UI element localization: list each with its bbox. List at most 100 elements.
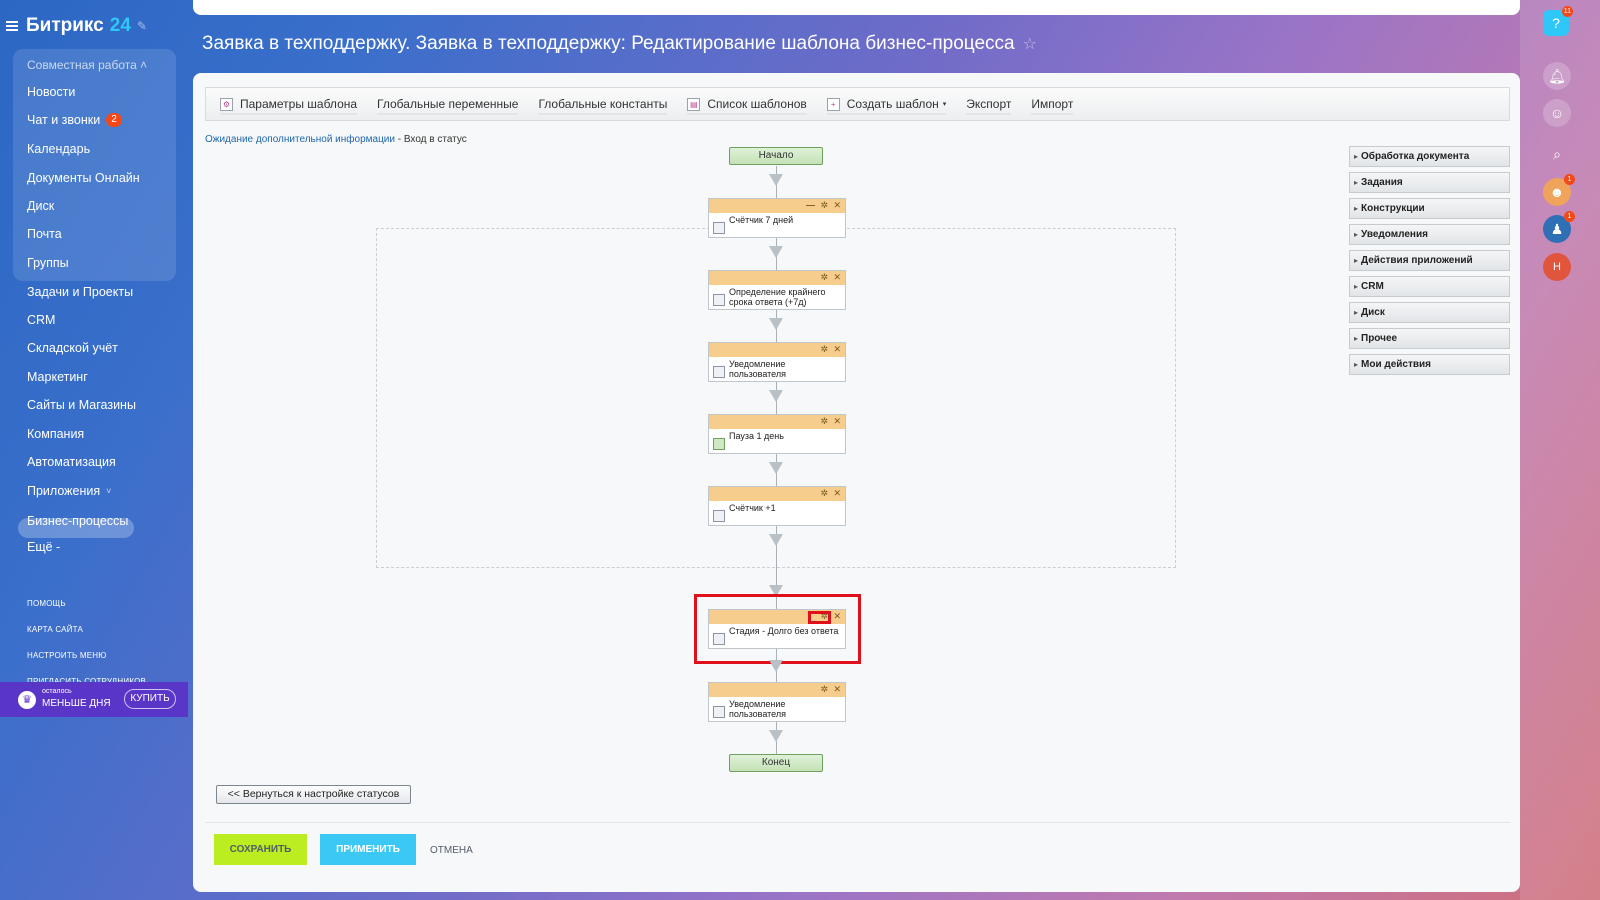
left-sidebar: Битрикс 24 ✎ Совместная работа ˄ Новости… bbox=[0, 0, 188, 900]
create-template-icon: + bbox=[826, 97, 840, 111]
drop-arrow[interactable] bbox=[769, 534, 783, 546]
delete-x-icon[interactable]: ✕ bbox=[833, 488, 841, 499]
flow-start[interactable]: Начало bbox=[729, 147, 823, 165]
activity-header: ✲ ✕ bbox=[709, 343, 845, 357]
nav-more[interactable]: Ещё - bbox=[27, 540, 60, 554]
activity-pause[interactable]: ✲ ✕ Пауза 1 день bbox=[708, 414, 846, 454]
drop-arrow[interactable] bbox=[769, 318, 783, 330]
link-help[interactable]: ПОМОЩЬ bbox=[27, 599, 66, 608]
save-button[interactable]: СОХРАНИТЬ bbox=[214, 834, 307, 865]
delete-x-icon[interactable]: ✕ bbox=[833, 416, 841, 427]
tb-template-params[interactable]: ⚙ Параметры шаблона bbox=[220, 93, 358, 115]
activity-counter-7-days[interactable]: — ✲ ✕ Счётчик 7 дней bbox=[708, 198, 846, 238]
activity-type-icon bbox=[713, 510, 725, 522]
user-initial-avatar[interactable]: Н bbox=[1543, 253, 1571, 281]
activity-type-icon bbox=[713, 706, 725, 718]
nav-calendar[interactable]: Календарь bbox=[27, 142, 90, 156]
apply-button[interactable]: ПРИМЕНИТЬ bbox=[320, 834, 416, 865]
bell-icon[interactable]: 🔔︎ bbox=[1543, 62, 1571, 90]
delete-x-icon[interactable]: ✕ bbox=[833, 684, 841, 695]
crown-icon: ♛ bbox=[18, 691, 36, 709]
logo-number[interactable]: 24 bbox=[110, 15, 131, 37]
back-to-statuses-button[interactable]: << Вернуться к настройке статусов bbox=[216, 785, 411, 804]
promo-caption: осталось bbox=[42, 688, 72, 695]
drop-arrow[interactable] bbox=[769, 462, 783, 474]
palette-app-actions[interactable]: Действия приложений bbox=[1349, 250, 1510, 271]
settings-gear-icon[interactable]: ✲ bbox=[820, 272, 828, 283]
chat-icon[interactable]: ☺ bbox=[1543, 99, 1571, 127]
tb-create-template[interactable]: + Создать шаблон ▾ bbox=[826, 93, 947, 115]
nav-docs-online[interactable]: Документы Онлайн bbox=[27, 171, 140, 185]
breadcrumb-status-link[interactable]: Ожидание дополнительной информации bbox=[205, 134, 395, 145]
activity-notify-user[interactable]: ✲ ✕ Уведомление пользователя bbox=[708, 342, 846, 382]
buy-button[interactable]: КУПИТЬ bbox=[124, 689, 176, 709]
highlight-gear-frame bbox=[808, 611, 831, 624]
menu-burger-icon[interactable] bbox=[6, 21, 18, 31]
nav-marketing[interactable]: Маркетинг bbox=[27, 370, 88, 384]
nav-tasks[interactable]: Задачи и Проекты bbox=[27, 285, 133, 299]
tb-global-variables[interactable]: Глобальные переменные bbox=[377, 93, 519, 115]
activity-label: Определение крайнего срока ответа (+7д) bbox=[729, 287, 826, 307]
tb-template-list[interactable]: ▤ Список шаблонов bbox=[687, 93, 807, 115]
palette-disk[interactable]: Диск bbox=[1349, 302, 1510, 323]
palette-document-processing[interactable]: Обработка документа bbox=[1349, 146, 1510, 167]
tb-export[interactable]: Экспорт bbox=[966, 93, 1012, 115]
user-avatar-icon[interactable]: ☻ 1 bbox=[1543, 174, 1575, 206]
nav-chat[interactable]: Чат и звонки 2 bbox=[27, 113, 122, 127]
collapse-icon[interactable]: — bbox=[806, 200, 815, 211]
nav-news[interactable]: Новости bbox=[27, 85, 75, 99]
delete-x-icon[interactable]: ✕ bbox=[833, 200, 841, 211]
settings-gear-icon[interactable]: ✲ bbox=[820, 416, 828, 427]
activity-header: ✲ ✕ bbox=[709, 683, 845, 697]
tb-global-constants[interactable]: Глобальные константы bbox=[538, 93, 668, 115]
link-sitemap[interactable]: КАРТА САЙТА bbox=[27, 625, 83, 634]
nav-disk[interactable]: Диск bbox=[27, 199, 54, 213]
nav-company[interactable]: Компания bbox=[27, 427, 84, 441]
activity-label: Пауза 1 день bbox=[729, 431, 784, 441]
drop-arrow[interactable] bbox=[769, 390, 783, 402]
collaboration-group bbox=[13, 49, 176, 281]
nav-apps[interactable]: Приложения ˅ bbox=[27, 484, 111, 498]
logo-text[interactable]: Битрикс bbox=[26, 15, 104, 37]
delete-x-icon[interactable]: ✕ bbox=[833, 344, 841, 355]
flow-end[interactable]: Конец bbox=[729, 754, 823, 772]
nav-inventory[interactable]: Складской учёт bbox=[27, 341, 118, 355]
palette-constructs[interactable]: Конструкции bbox=[1349, 198, 1510, 219]
drop-arrow[interactable] bbox=[769, 246, 783, 258]
settings-gear-icon[interactable]: ✲ bbox=[820, 344, 828, 355]
group-chat-icon[interactable]: ♟ 1 bbox=[1543, 211, 1575, 243]
nav-sites[interactable]: Сайты и Магазины bbox=[27, 398, 136, 412]
activity-counter-plus-one[interactable]: ✲ ✕ Счётчик +1 bbox=[708, 486, 846, 526]
settings-gear-icon[interactable]: ✲ bbox=[820, 488, 828, 499]
delete-x-icon[interactable]: ✕ bbox=[833, 272, 841, 283]
designer-toolbar: ⚙ Параметры шаблона Глобальные переменные… bbox=[205, 87, 1510, 121]
breadcrumb-separator: - bbox=[394, 134, 404, 145]
activity-notify-user-2[interactable]: ✲ ✕ Уведомление пользователя bbox=[708, 682, 846, 722]
palette-notifications[interactable]: Уведомления bbox=[1349, 224, 1510, 245]
drop-arrow[interactable] bbox=[769, 730, 783, 742]
activity-deadline[interactable]: ✲ ✕ Определение крайнего срока ответа (+… bbox=[708, 270, 846, 310]
cancel-button[interactable]: ОТМЕНА bbox=[430, 845, 473, 856]
drop-arrow[interactable] bbox=[769, 174, 783, 186]
help-icon[interactable]: ? 11 bbox=[1543, 6, 1573, 36]
nav-groups[interactable]: Группы bbox=[27, 256, 69, 270]
activity-header: ✲ ✕ bbox=[709, 415, 845, 429]
settings-gear-icon[interactable]: ✲ bbox=[820, 200, 828, 211]
settings-gear-icon[interactable]: ✲ bbox=[820, 684, 828, 695]
group-title-collaboration[interactable]: Совместная работа ˄ bbox=[27, 58, 147, 72]
link-configure-menu[interactable]: НАСТРОИТЬ МЕНЮ bbox=[27, 651, 107, 660]
nav-automation[interactable]: Автоматизация bbox=[27, 455, 116, 469]
palette-my-actions[interactable]: Мои действия bbox=[1349, 354, 1510, 375]
drop-arrow[interactable] bbox=[769, 660, 783, 672]
nav-crm[interactable]: CRM bbox=[27, 313, 55, 327]
promo-days-left: МЕНЬШЕ ДНЯ bbox=[42, 698, 111, 709]
nav-mail[interactable]: Почта bbox=[27, 227, 62, 241]
nav-business-processes[interactable]: Бизнес-процессы bbox=[27, 514, 128, 528]
search-icon[interactable]: ⌕ bbox=[1543, 140, 1571, 168]
favorite-star-icon[interactable]: ☆ bbox=[1023, 36, 1037, 53]
tb-import[interactable]: Импорт bbox=[1031, 93, 1074, 115]
palette-crm[interactable]: CRM bbox=[1349, 276, 1510, 297]
palette-other[interactable]: Прочее bbox=[1349, 328, 1510, 349]
edit-logo-pencil-icon[interactable]: ✎ bbox=[137, 19, 147, 33]
palette-tasks[interactable]: Задания bbox=[1349, 172, 1510, 193]
